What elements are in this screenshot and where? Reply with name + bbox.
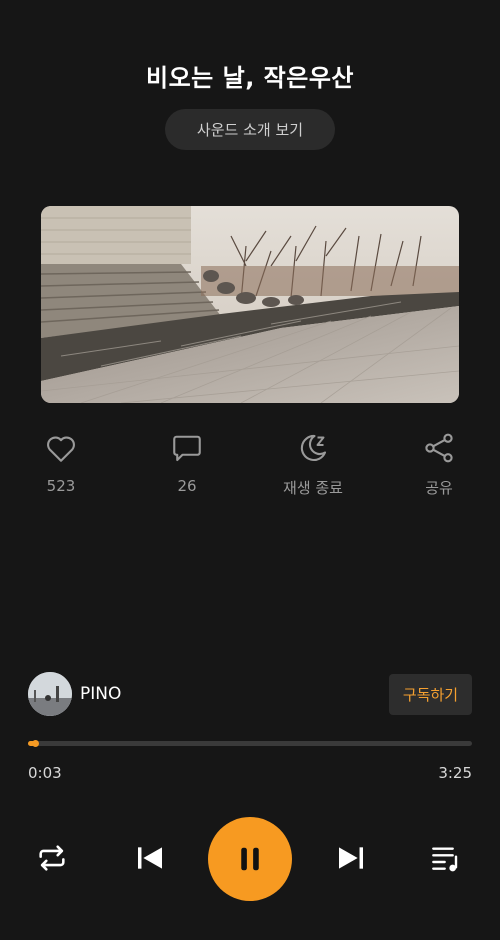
like-button[interactable]: 523 [6, 430, 116, 495]
progress-bar[interactable] [28, 740, 472, 747]
pause-icon [241, 847, 259, 871]
track-artwork [41, 206, 459, 403]
total-time: 3:25 [438, 764, 472, 782]
elapsed-time: 0:03 [28, 764, 62, 782]
track-title: 비오는 날, 작은우산 [146, 64, 354, 92]
sleep-timer-label: 재생 종료 [283, 479, 343, 497]
playlist-icon [432, 847, 458, 872]
comment-button[interactable]: 26 [132, 430, 242, 495]
heart-icon [47, 436, 75, 462]
subscribe-button[interactable]: 구독하기 [389, 674, 472, 715]
avatar[interactable] [28, 672, 72, 716]
previous-button[interactable] [134, 842, 166, 878]
skip-previous-icon [138, 847, 162, 869]
artist-info[interactable]: PINO [28, 672, 121, 716]
share-button[interactable]: 공유 [384, 430, 494, 498]
action-row: 523 26 재생 종료 공유 [0, 430, 500, 500]
sleep-timer-icon [300, 434, 327, 462]
share-label: 공유 [425, 479, 453, 497]
comment-icon [173, 435, 201, 462]
repeat-button[interactable] [34, 841, 70, 879]
repeat-icon [39, 845, 65, 871]
play-pause-button[interactable] [208, 817, 292, 901]
progress-handle[interactable] [31, 740, 39, 747]
like-count: 523 [46, 477, 76, 495]
sleep-timer-button[interactable]: 재생 종료 [258, 430, 368, 498]
playlist-button[interactable] [428, 842, 464, 878]
skip-next-icon [339, 847, 363, 869]
sound-intro-button[interactable]: 사운드 소개 보기 [165, 109, 335, 150]
artist-name[interactable]: PINO [80, 684, 121, 704]
comment-count: 26 [177, 477, 197, 495]
next-button[interactable] [335, 842, 367, 878]
share-icon [425, 433, 453, 463]
